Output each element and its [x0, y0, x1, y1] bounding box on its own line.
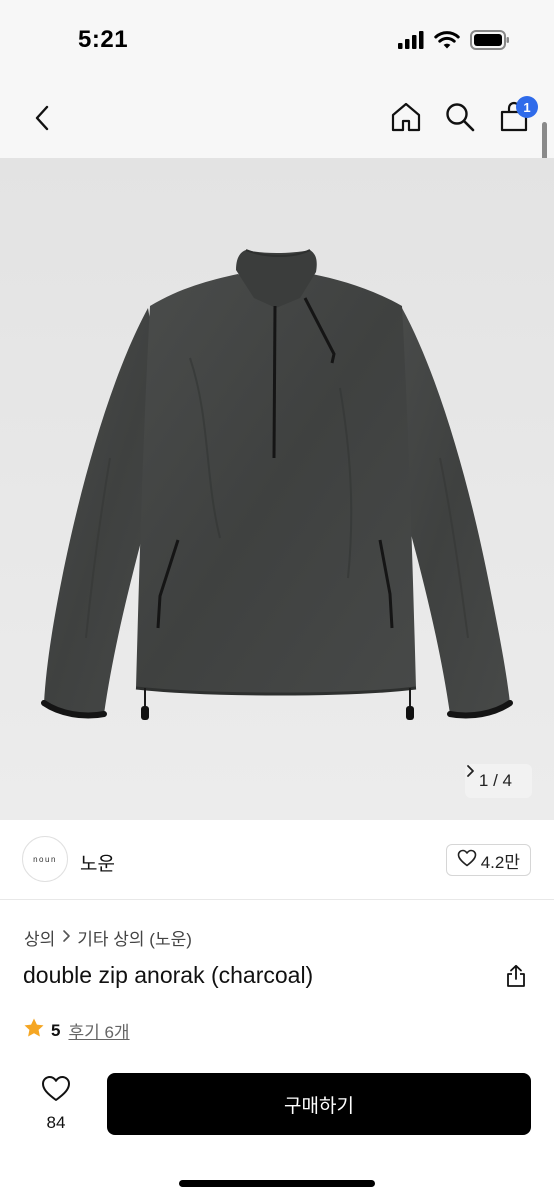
status-bar: 5:21 — [0, 0, 554, 84]
star-icon — [23, 1017, 45, 1044]
wishlist-button[interactable]: 84 — [34, 1075, 78, 1133]
home-icon — [390, 101, 422, 138]
signal-icon — [398, 31, 424, 54]
cart-badge: 1 — [516, 96, 538, 118]
heart-outline-icon — [457, 849, 477, 872]
search-icon — [444, 101, 476, 138]
nav-bar: 1 — [0, 84, 554, 158]
home-indicator[interactable] — [179, 1180, 375, 1187]
store-row[interactable]: noun 노운 4.2만 — [0, 820, 554, 900]
share-icon — [505, 964, 527, 993]
battery-icon — [470, 30, 510, 55]
status-time: 5:21 — [78, 26, 129, 53]
product-title: double zip anorak (charcoal) — [23, 962, 314, 988]
breadcrumb: 상의 기타 상의 (노운) — [24, 925, 192, 950]
store-name[interactable]: 노운 — [80, 849, 115, 876]
share-button[interactable] — [502, 964, 530, 992]
image-counter-text: 1 / 4 — [478, 771, 512, 790]
breadcrumb-subcategory[interactable]: 기타 상의 (노운) — [77, 925, 192, 950]
wifi-icon — [434, 30, 460, 55]
store-logo[interactable]: noun — [22, 836, 68, 882]
image-counter[interactable]: 1 / 4 — [464, 764, 532, 798]
wishlist-count: 84 — [46, 1113, 66, 1132]
status-icons — [398, 30, 510, 55]
home-button[interactable] — [388, 100, 424, 138]
heart-outline-icon — [41, 1075, 71, 1107]
anorak-illustration — [0, 158, 554, 820]
rating-row: 5 후기 6개 — [23, 1017, 130, 1044]
store-like-button[interactable]: 4.2만 — [445, 844, 531, 876]
product-image[interactable]: 1 / 4 — [0, 158, 554, 820]
back-button[interactable] — [24, 102, 60, 138]
breadcrumb-category[interactable]: 상의 — [24, 925, 55, 950]
rating-score: 5 — [51, 1020, 61, 1040]
nav-actions: 1 — [388, 96, 538, 138]
store-like-count: 4.2만 — [480, 852, 520, 872]
buy-button[interactable]: 구매하기 — [107, 1073, 531, 1135]
cart-button[interactable]: 1 — [496, 96, 538, 138]
chevron-right-icon — [61, 928, 71, 948]
chevron-left-icon — [32, 104, 52, 137]
search-button[interactable] — [442, 100, 478, 138]
review-count-link[interactable]: 후기 6개 — [68, 1018, 129, 1043]
